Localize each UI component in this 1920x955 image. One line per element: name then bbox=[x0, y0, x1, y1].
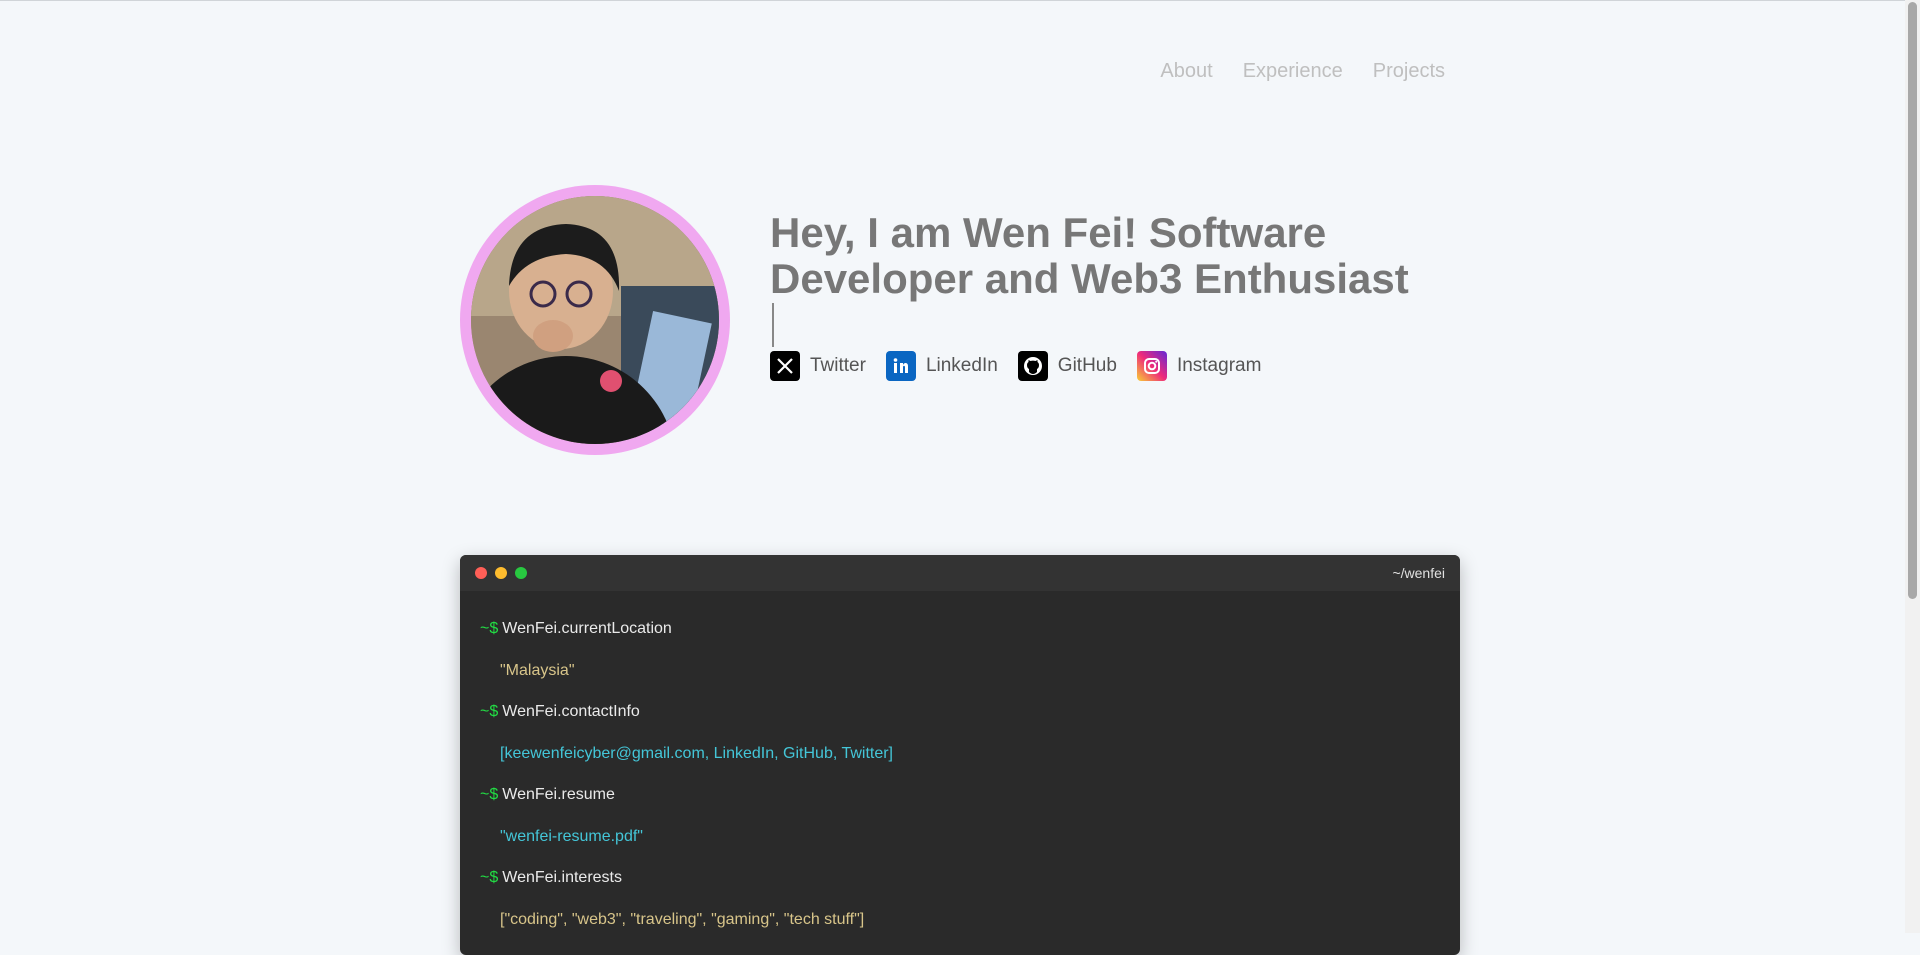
typing-caret bbox=[772, 303, 774, 347]
vertical-scrollbar[interactable] bbox=[1905, 0, 1920, 933]
linkedin-icon bbox=[885, 351, 916, 381]
maximize-dot-icon[interactable] bbox=[515, 567, 527, 579]
terminal-command: ~$ WenFei.resume bbox=[480, 785, 1440, 827]
social-twitter[interactable]: Twitter bbox=[770, 351, 866, 381]
terminal-body: ~$ WenFei.currentLocation "Malaysia" ~$ We… bbox=[460, 591, 1460, 951]
command-text: WenFei.interests bbox=[502, 869, 622, 886]
prompt: ~$ bbox=[480, 620, 499, 637]
social-twitter-label: Twitter bbox=[810, 355, 866, 376]
social-linkedin[interactable]: LinkedIn bbox=[885, 351, 998, 381]
terminal-output-contact[interactable]: [keewenfeicyber@gmail.com, LinkedIn, Git… bbox=[480, 744, 1440, 785]
terminal-output: ["coding", "web3", "traveling", "gaming"… bbox=[500, 911, 865, 928]
nav-projects[interactable]: Projects bbox=[1373, 60, 1445, 83]
terminal-titlebar: ~/wenfei bbox=[460, 555, 1460, 591]
terminal-output: "Malaysia" bbox=[500, 662, 575, 679]
scrollbar-thumb[interactable] bbox=[1908, 2, 1917, 599]
avatar bbox=[460, 185, 730, 455]
github-icon bbox=[1017, 351, 1048, 381]
terminal-window: ~/wenfei ~$ WenFei.currentLocation "Malay… bbox=[460, 555, 1460, 955]
close-dot-icon[interactable] bbox=[475, 567, 487, 579]
instagram-icon bbox=[1136, 351, 1167, 381]
hero-headline-text: Hey, I am Wen Fei! Software Developer an… bbox=[770, 209, 1409, 302]
top-nav: About Experience Projects bbox=[1160, 60, 1445, 83]
prompt: ~$ bbox=[480, 869, 499, 886]
command-text: WenFei.contactInfo bbox=[502, 703, 640, 720]
nav-about[interactable]: About bbox=[1160, 60, 1212, 83]
command-text: WenFei.currentLocation bbox=[502, 620, 672, 637]
terminal-title: ~/wenfei bbox=[1392, 565, 1445, 581]
prompt: ~$ bbox=[480, 786, 499, 803]
terminal-command: ~$ WenFei.currentLocation bbox=[480, 619, 1440, 661]
social-instagram-label: Instagram bbox=[1176, 355, 1262, 376]
social-instagram[interactable]: Instagram bbox=[1136, 351, 1262, 381]
command-text: WenFei.resume bbox=[502, 786, 615, 803]
hero-headline: Hey, I am Wen Fei! Software Developer an… bbox=[770, 210, 1410, 348]
social-github[interactable]: GitHub bbox=[1017, 351, 1117, 381]
nav-experience[interactable]: Experience bbox=[1243, 60, 1343, 83]
avatar-photo bbox=[471, 196, 719, 444]
social-github-label: GitHub bbox=[1057, 355, 1117, 376]
terminal-command: ~$ WenFei.contactInfo bbox=[480, 702, 1440, 744]
top-border bbox=[0, 0, 1920, 1]
prompt: ~$ bbox=[480, 703, 499, 720]
terminal-output-resume-link[interactable]: "wenfei-resume.pdf" bbox=[480, 827, 1440, 868]
terminal-command: ~$ WenFei.interests bbox=[480, 868, 1440, 910]
minimize-dot-icon[interactable] bbox=[495, 567, 507, 579]
social-linkedin-label: LinkedIn bbox=[925, 355, 998, 376]
x-icon bbox=[770, 351, 800, 381]
social-links: Twitter LinkedIn GitHub Instagram bbox=[770, 351, 1261, 381]
